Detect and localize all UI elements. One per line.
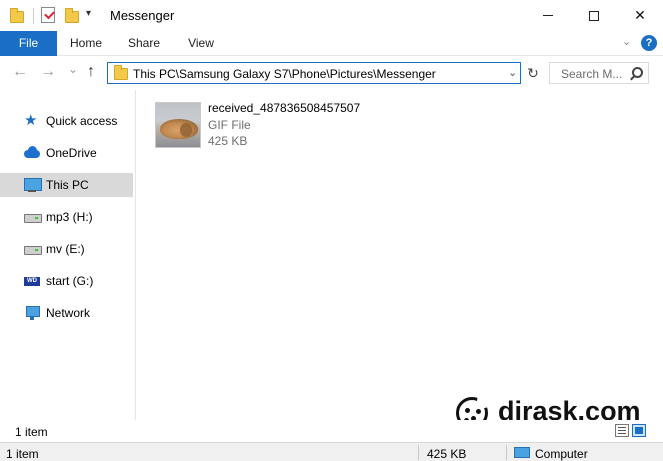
close-button[interactable]: ✕ — [617, 0, 663, 31]
ribbon-tabs: File Home Share View ⌄ ? — [0, 31, 663, 56]
nav-item-network[interactable]: Network — [0, 301, 133, 325]
new-folder-icon[interactable] — [65, 8, 79, 23]
details-item-count: 1 item — [6, 447, 39, 461]
collapse-ribbon-icon[interactable]: ⌄ — [622, 35, 631, 48]
nav-item-label: mp3 (H:) — [46, 210, 93, 224]
tab-share[interactable]: Share — [120, 31, 168, 56]
details-size: 425 KB — [427, 447, 467, 461]
quick-access-toolbar-dropdown[interactable]: ▾ — [86, 8, 91, 19]
nav-item-label: start (G:) — [46, 274, 94, 288]
nav-item-start-drive[interactable]: start (G:) — [0, 269, 133, 293]
refresh-icon[interactable]: ↻ — [524, 64, 542, 82]
search-placeholder: Search M... — [561, 67, 623, 81]
nav-item-mp3-drive[interactable]: mp3 (H:) — [0, 205, 133, 229]
large-icons-view-icon[interactable] — [632, 424, 646, 437]
folder-icon — [114, 65, 128, 80]
up-arrow-icon[interactable]: ↑ — [87, 63, 95, 81]
nav-item-this-pc[interactable]: This PC — [0, 173, 133, 197]
address-row: ← → ⌄ ↑ This PC\Samsung Galaxy S7\Phone\… — [0, 56, 663, 90]
drive-icon — [24, 241, 42, 257]
drive-icon — [24, 209, 42, 225]
toolbar-divider — [33, 8, 34, 24]
folder-icon — [10, 8, 24, 23]
window-title: Messenger — [110, 8, 175, 23]
help-icon[interactable]: ? — [641, 35, 657, 51]
back-arrow-icon[interactable]: ← — [12, 63, 28, 81]
tab-view[interactable]: View — [178, 31, 224, 56]
nav-item-label: This PC — [46, 178, 89, 192]
nav-item-label: OneDrive — [46, 146, 97, 160]
file-size: 425 KB — [208, 134, 248, 148]
title-bar: ▾ Messenger ✕ — [0, 0, 663, 31]
nav-item-label: mv (E:) — [46, 242, 85, 256]
details-bar: 1 item 425 KB Computer — [0, 442, 663, 461]
maximize-icon — [589, 10, 599, 21]
search-icon — [632, 67, 643, 78]
file-thumbnail — [155, 102, 201, 148]
nav-item-quick-access[interactable]: ★ Quick access — [0, 109, 133, 133]
item-count: 1 item — [15, 425, 48, 439]
address-dropdown-icon[interactable]: ⌄ — [508, 66, 517, 79]
details-view-icon[interactable] — [615, 424, 629, 437]
divider — [506, 445, 507, 460]
properties-icon[interactable] — [41, 7, 55, 23]
forward-arrow-icon[interactable]: → — [40, 63, 56, 81]
address-input[interactable]: This PC\Samsung Galaxy S7\Phone\Pictures… — [107, 62, 521, 84]
file-item[interactable]: received_487836508457507 GIF File 425 KB — [153, 98, 383, 150]
close-icon: ✕ — [634, 7, 646, 23]
nav-item-label: Quick access — [46, 114, 118, 128]
file-list: received_487836508457507 GIF File 425 KB — [137, 90, 663, 420]
maximize-button[interactable] — [571, 0, 617, 31]
cloud-icon — [24, 145, 40, 161]
nav-item-onedrive[interactable]: OneDrive — [0, 141, 133, 165]
network-icon — [24, 305, 40, 321]
star-icon: ★ — [24, 112, 38, 129]
puppy-photo — [160, 119, 198, 139]
tab-home[interactable]: Home — [62, 31, 110, 56]
address-path: This PC\Samsung Galaxy S7\Phone\Pictures… — [133, 67, 436, 81]
nav-item-label: Network — [46, 306, 91, 320]
file-type: GIF File — [208, 118, 251, 132]
status-bar: 1 item — [0, 420, 663, 442]
minimize-icon — [543, 15, 553, 16]
file-name: received_487836508457507 — [208, 101, 361, 115]
computer-icon — [24, 177, 42, 193]
computer-icon — [514, 447, 530, 458]
nav-item-mv-drive[interactable]: mv (E:) — [0, 237, 133, 261]
divider — [418, 445, 419, 460]
puppy-ear — [180, 123, 192, 137]
wd-drive-icon — [24, 273, 40, 289]
navigation-pane: ★ Quick access OneDrive This PC mp3 (H:)… — [0, 90, 136, 420]
minimize-button[interactable] — [525, 0, 571, 31]
tab-file[interactable]: File — [0, 31, 57, 56]
details-location: Computer — [535, 447, 588, 461]
recent-locations-icon[interactable]: ⌄ — [68, 62, 78, 76]
search-input[interactable]: Search M... — [549, 62, 649, 84]
